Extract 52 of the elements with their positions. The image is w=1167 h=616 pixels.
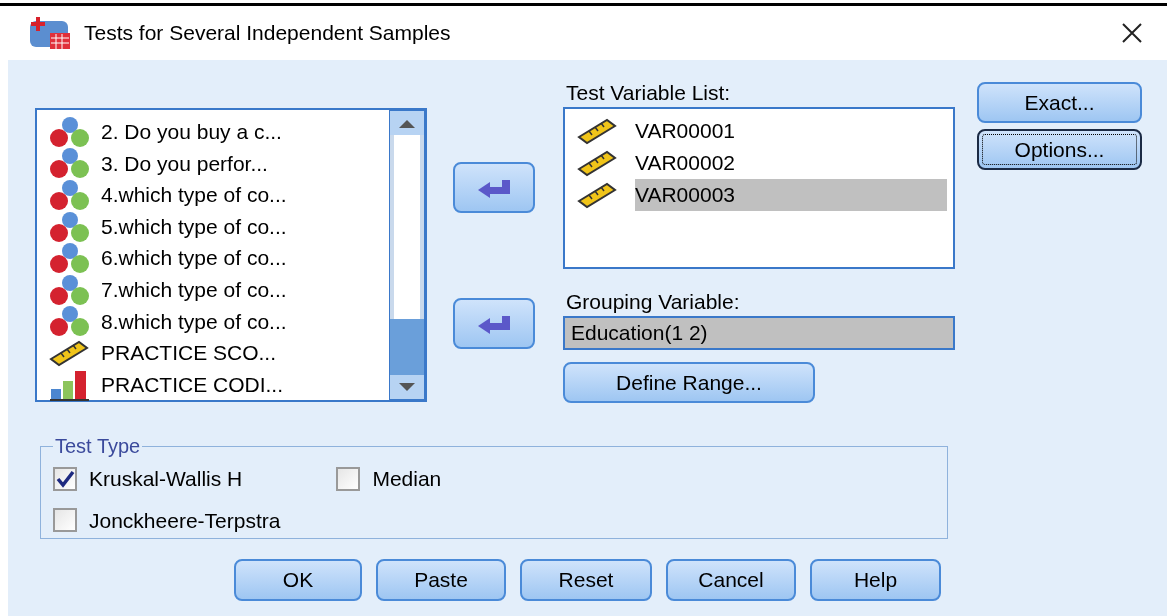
test-variable-label: Test Variable List: (565, 80, 732, 106)
variable-item[interactable]: 6.which type of co... (101, 242, 287, 274)
checkbox[interactable] (53, 508, 77, 533)
dialog-button[interactable]: Cancel (666, 559, 796, 601)
test-variable-item[interactable]: VAR00001 (635, 115, 947, 147)
test-variable-item[interactable]: VAR00003 (635, 179, 947, 211)
checkbox-label[interactable]: Jonckheere-Terpstra (89, 504, 281, 536)
checkbox-label[interactable]: Kruskal-Wallis H (89, 463, 243, 495)
move-left-button[interactable] (453, 298, 535, 349)
checkbox[interactable] (53, 466, 77, 491)
variable-item[interactable]: 4.which type of co... (101, 179, 287, 211)
variable-item[interactable]: 3. Do you perfor... (101, 147, 268, 180)
dialog-button[interactable]: Exact... (977, 82, 1142, 123)
ruler-icon (577, 117, 619, 145)
grouping-variable-label: Grouping Variable: (565, 289, 741, 315)
variable-item[interactable]: 5.which type of co... (101, 210, 287, 243)
define-range-button[interactable]: Define Range... (563, 362, 815, 403)
close-icon[interactable] (1121, 22, 1143, 44)
checkbox-label[interactable]: Median (372, 463, 442, 495)
dialog-button[interactable]: OK (234, 559, 362, 601)
nominal-variable-icon (49, 273, 91, 306)
move-left-button[interactable] (453, 162, 535, 213)
ruler-icon (577, 149, 619, 177)
bar-chart-icon (49, 368, 91, 401)
grouping-variable-field[interactable]: Education(1 2) (563, 316, 955, 350)
dialog-button[interactable]: Reset (520, 559, 652, 601)
test-variable-item[interactable]: VAR00002 (635, 147, 947, 179)
scroll-up-icon[interactable] (390, 111, 424, 135)
scrollbar[interactable] (389, 110, 425, 400)
scroll-thumb[interactable] (390, 319, 424, 375)
variable-item[interactable]: 7.which type of co... (101, 274, 287, 306)
checkbox[interactable] (336, 466, 361, 491)
variable-list[interactable]: 2. Do you buy a c... 3. Do you perfor... 4.which type of co... 5.which type of co... 6.which type of co... 7.which type of co... 8.which type of co... PRACTICE SCO... PRACTICE CODI... (35, 108, 427, 402)
nominal-variable-icon (49, 179, 91, 211)
test-variable-list[interactable]: VAR00001 VAR00002 VAR00003 (563, 107, 955, 269)
window-title: Tests for Several Independent Samples (84, 20, 451, 47)
variable-item[interactable]: 2. Do you buy a c... (101, 116, 282, 148)
nominal-variable-icon (49, 115, 91, 148)
dialog-button[interactable]: Help (810, 559, 941, 601)
dialog-button[interactable]: Options... (977, 129, 1142, 170)
app-icon (28, 15, 72, 51)
ruler-icon (577, 181, 619, 209)
ruler-icon (49, 338, 91, 367)
dialog-button[interactable]: Paste (376, 559, 506, 601)
nominal-variable-icon (49, 210, 91, 243)
scroll-down-icon[interactable] (390, 375, 424, 399)
nominal-variable-icon (49, 305, 91, 338)
variable-item[interactable]: 8.which type of co... (101, 305, 287, 338)
nominal-variable-icon (49, 242, 91, 275)
nominal-variable-icon (49, 147, 91, 180)
variable-item[interactable]: PRACTICE CODI... (101, 368, 284, 401)
variable-item[interactable]: PRACTICE SCO... (101, 337, 277, 369)
